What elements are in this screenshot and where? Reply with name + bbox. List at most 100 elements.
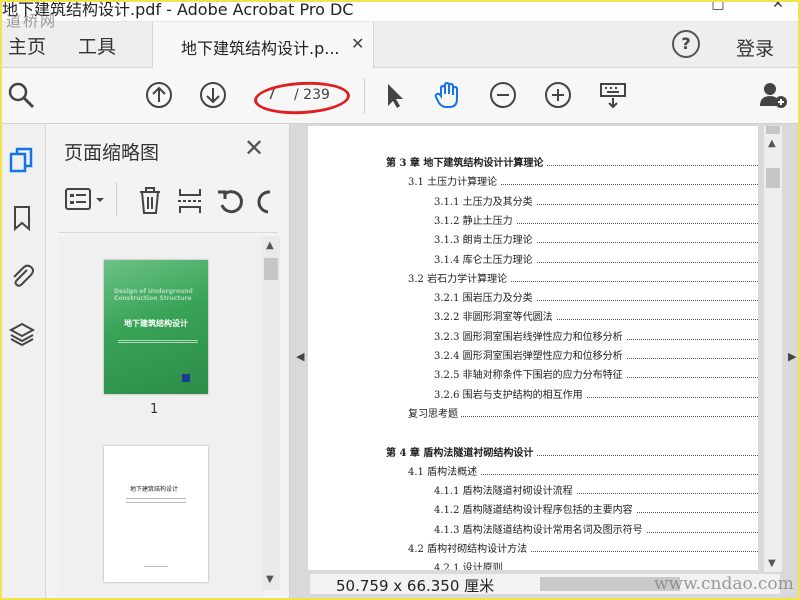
toc-entry: 4.2.1 设计原则 bbox=[434, 559, 758, 570]
toc-entry-label: 4.2 盾构衬砌结构设计方法 bbox=[408, 544, 531, 555]
cover-author-lines bbox=[118, 340, 198, 343]
document-tab[interactable]: 地下建筑结构设计.p... ✕ bbox=[152, 22, 374, 68]
toc-entry: 3.2.6 围岩与支护结构的相互作用 bbox=[434, 386, 758, 402]
toc-entry-label: 3.1.1 土压力及其分类 bbox=[434, 196, 536, 208]
toc-entry: 3.2.1 围岩压力及分类 bbox=[434, 289, 758, 305]
toc-entry-label: 3.2 岩石力学计算理论 bbox=[408, 273, 511, 285]
thumbnail-page-label: 1 bbox=[150, 402, 159, 417]
next-page-arrow[interactable]: ▶ bbox=[788, 350, 796, 363]
thumbnail-scrollbar[interactable]: ▲ ▼ bbox=[262, 236, 280, 590]
watermark-url: www.cndao.com bbox=[654, 574, 794, 594]
toc-entry-label: 3.2.4 圆形洞室围岩弹塑性应力和位移分析 bbox=[434, 351, 626, 362]
toc-entry-label: 3.1 土压力计算理论 bbox=[408, 177, 501, 189]
document-scrollbar[interactable]: ▲ ▼ bbox=[764, 126, 782, 572]
toc-entry: 4.1.2 盾构隧道结构设计程序包括的主要内容 bbox=[434, 501, 758, 517]
toc-entry-label: 复习思考题 bbox=[408, 408, 461, 420]
toc-entry: 4.1.1 盾构法隧道衬砌设计流程 bbox=[434, 482, 758, 498]
home-tab[interactable]: 主页 bbox=[8, 32, 46, 59]
scroll-down-arrow[interactable]: ▼ bbox=[768, 558, 776, 569]
toolbar: 7 / 239 bbox=[2, 68, 798, 124]
toc-entry: 3.1.2 静止土压力 bbox=[434, 212, 758, 228]
extract-icon[interactable] bbox=[176, 186, 204, 220]
title-page-text: 地下建筑结构设计 bbox=[130, 486, 179, 493]
toc-entry-label: 3.2.2 非圆形洞室等代圆法 bbox=[434, 312, 556, 324]
toc-entry-label: 3.2.3 圆形洞室围岩线弹性应力和位移分析 bbox=[434, 331, 626, 343]
toc-entry: 3.1 土压力计算理论 bbox=[408, 173, 758, 189]
toc-entry-label: 4.1 盾构法概述 bbox=[408, 466, 481, 478]
toc-entry: 3.1.1 土压力及其分类 bbox=[434, 193, 758, 209]
toc-entry-label: 第 4 章 盾构法隧道衬砌结构设计 bbox=[386, 447, 537, 459]
toc-entry: 3.2.2 非圆形洞室等代圆法 bbox=[434, 308, 758, 324]
toc-entry: 3.1.4 库仑土压力理论 bbox=[434, 251, 758, 267]
toc-entry-label: 4.2.1 设计原则 bbox=[434, 563, 506, 570]
attachment-icon[interactable] bbox=[8, 262, 38, 292]
scrollbar-top bbox=[766, 126, 780, 134]
zoom-in-icon[interactable] bbox=[543, 80, 573, 110]
next-page-icon[interactable] bbox=[198, 80, 228, 110]
previous-page-arrow[interactable]: ◀ bbox=[296, 350, 304, 363]
help-button[interactable]: ? bbox=[672, 30, 700, 58]
close-panel-icon[interactable]: ✕ bbox=[244, 134, 264, 162]
rotate-icon[interactable] bbox=[216, 186, 246, 220]
thumbnail-page-2[interactable]: 地下建筑结构设计 bbox=[104, 446, 208, 582]
tab-bar: 主页 工具 地下建筑结构设计.p... ✕ ? 登录 bbox=[2, 22, 798, 68]
layers-icon[interactable] bbox=[8, 320, 38, 350]
toc-entry-label: 3.1.2 静止土压力 bbox=[434, 215, 516, 227]
scrollbar-thumb[interactable] bbox=[766, 168, 780, 188]
red-highlight-circle bbox=[253, 79, 351, 117]
close-tab-icon[interactable]: ✕ bbox=[351, 34, 364, 53]
panel-toolbar bbox=[60, 182, 276, 222]
panel-divider bbox=[58, 232, 278, 233]
toc-entry: 4.1 盾构法概述 bbox=[408, 463, 758, 479]
thumbnail-list: Design of Underground Construction Struc… bbox=[58, 236, 264, 596]
delete-icon[interactable] bbox=[136, 186, 164, 220]
toc-entry bbox=[386, 424, 758, 440]
thumbnail-panel: 页面缩略图 ✕ Design of Underground Constructi… bbox=[46, 124, 290, 598]
toc-entry-label: 4.1.1 盾构法隧道衬砌设计流程 bbox=[434, 486, 576, 498]
select-cursor-icon[interactable] bbox=[380, 80, 410, 110]
page-dimensions: 50.759 x 66.350 厘米 bbox=[336, 577, 495, 595]
toc-entry-label: 第 3 章 地下建筑结构设计计算理论 bbox=[386, 158, 547, 169]
cover-english-title: Design of Underground Construction Struc… bbox=[114, 288, 193, 302]
toc-chapter: 第 4 章 盾构法隧道衬砌结构设计 bbox=[386, 444, 758, 460]
close-window-button[interactable]: ✕ bbox=[766, 2, 790, 16]
toc-entry: 复习思考题 bbox=[408, 405, 758, 421]
toc-entry: 3.2.3 圆形洞室围岩线弹性应力和位移分析 bbox=[434, 328, 758, 344]
toc-entry-label: 3.1.3 朗肯土压力理论 bbox=[434, 235, 536, 247]
pages-icon[interactable] bbox=[8, 146, 38, 176]
login-button[interactable]: 登录 bbox=[736, 34, 774, 61]
toc-chapter: 第 3 章 地下建筑结构设计计算理论 bbox=[386, 154, 758, 170]
toc-entry-label: 3.2.5 非轴对称条件下围岩的应力分布特征 bbox=[434, 370, 626, 382]
tools-tab[interactable]: 工具 bbox=[78, 32, 116, 59]
toc-entry: 3.2.5 非轴对称条件下围岩的应力分布特征 bbox=[434, 366, 758, 382]
scroll-down-arrow[interactable]: ▼ bbox=[266, 574, 274, 585]
title-page-line bbox=[126, 502, 186, 503]
rotate-clockwise-icon[interactable] bbox=[256, 186, 272, 220]
navigation-rail bbox=[2, 124, 46, 598]
zoom-out-icon[interactable] bbox=[488, 80, 518, 110]
maximize-button[interactable]: □ bbox=[706, 2, 730, 16]
document-tab-label: 地下建筑结构设计.p... bbox=[181, 39, 340, 58]
scroll-up-arrow[interactable]: ▲ bbox=[266, 240, 274, 251]
toc-entry-label: 3.2.1 围岩压力及分类 bbox=[434, 293, 536, 305]
title-bar: 地下建筑结构设计.pdf - Adobe Acrobat Pro DC □ ✕ bbox=[2, 2, 798, 22]
bookmark-icon[interactable] bbox=[8, 204, 38, 234]
scroll-up-arrow[interactable]: ▲ bbox=[768, 138, 776, 149]
title-page-line bbox=[126, 498, 186, 499]
options-icon[interactable] bbox=[64, 186, 108, 218]
toc-entry-label: 3.2.6 围岩与支护结构的相互作用 bbox=[434, 389, 586, 401]
title-page-line bbox=[144, 566, 168, 567]
thumbnail-page-1[interactable]: Design of Underground Construction Struc… bbox=[104, 260, 208, 394]
hand-tool-icon[interactable] bbox=[432, 80, 462, 110]
scrollbar-thumb[interactable] bbox=[264, 258, 278, 280]
add-user-icon[interactable] bbox=[758, 80, 788, 110]
search-icon[interactable] bbox=[6, 80, 36, 110]
toolbar-divider bbox=[364, 78, 365, 114]
toc-entry: 3.1.3 朗肯土压力理论 bbox=[434, 231, 758, 247]
toc-entry-label: 4.1.2 盾构隧道结构设计程序包括的主要内容 bbox=[434, 505, 636, 517]
watermark-logo: 道桥网 bbox=[6, 12, 58, 30]
prev-page-icon[interactable] bbox=[144, 80, 174, 110]
panel-tools-divider bbox=[116, 182, 117, 216]
keyboard-icon[interactable] bbox=[598, 80, 628, 110]
toc-entry: 4.1.3 盾构法隧道结构设计常用名词及图示符号 bbox=[434, 521, 758, 537]
